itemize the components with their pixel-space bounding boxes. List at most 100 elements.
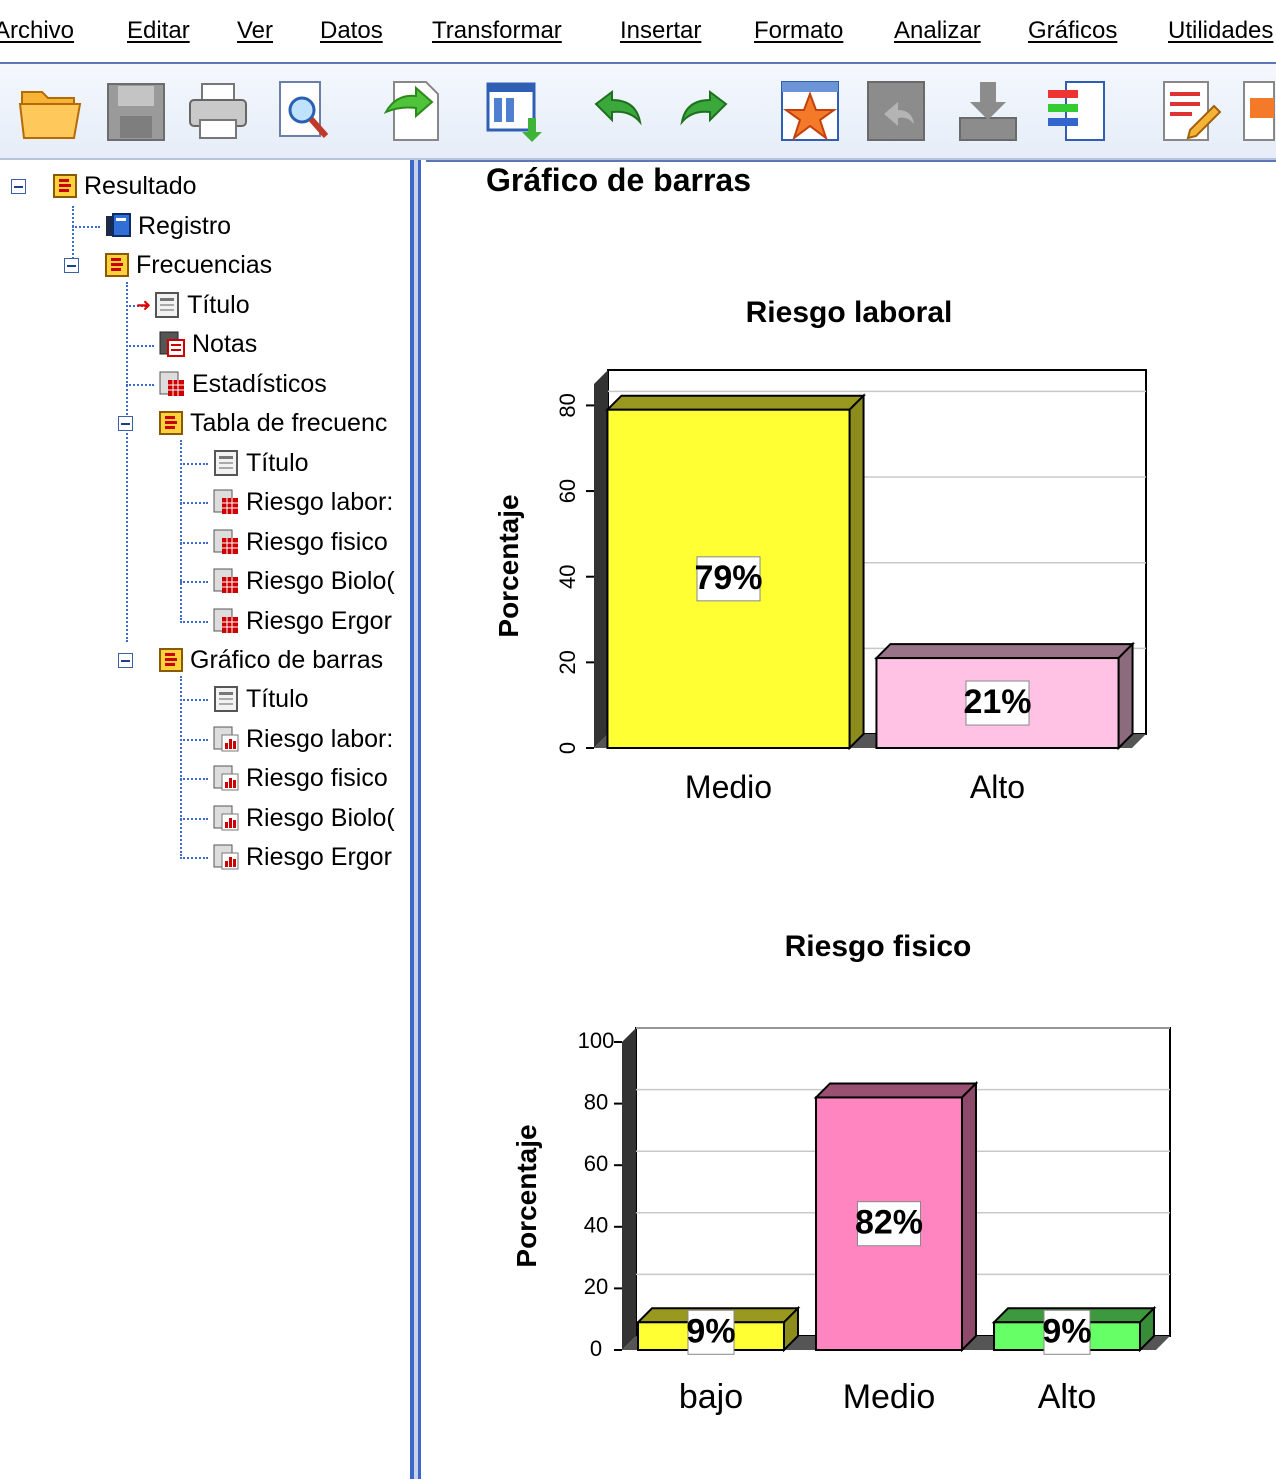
insert-output-icon[interactable] — [484, 78, 548, 144]
y-axis-label: Porcentaje — [511, 1124, 542, 1267]
y-axis-label: Porcentaje — [493, 494, 524, 637]
chart-icon — [213, 805, 239, 831]
menu-formato[interactable]: Formato — [754, 17, 843, 45]
tree-label: Riesgo fisico — [246, 763, 388, 792]
y-tick-label: 40 — [555, 564, 580, 588]
tree-item-tabla-riesgo-laboral[interactable]: Riesgo labor: — [212, 485, 393, 519]
bar-top — [605, 394, 866, 411]
folder-open-icon[interactable] — [18, 78, 82, 144]
tree-item-frecuencias[interactable]: Frecuencias — [104, 248, 272, 282]
tree-label: Notas — [192, 329, 258, 358]
tree-label: Tabla de frecuenc — [190, 408, 388, 437]
menu-ver[interactable]: Ver — [237, 17, 273, 45]
tree-item-grafico-riesgo-laboral[interactable]: Riesgo labor: — [212, 722, 393, 756]
tree-item-tabla-riesgo-biologico[interactable]: Riesgo Biolo( — [212, 564, 395, 598]
print-preview-icon[interactable] — [272, 78, 336, 144]
menu-graficos[interactable]: Gráficos — [1028, 17, 1117, 45]
data-label: 82% — [855, 1204, 923, 1242]
export-icon[interactable] — [380, 78, 444, 144]
tree-label: Riesgo Ergor — [246, 842, 392, 871]
collapse-tabla-button[interactable] — [118, 416, 133, 431]
tree-label: Riesgo labor: — [246, 487, 394, 516]
tree-item-resultado[interactable]: Resultado — [52, 169, 197, 203]
output-book-icon — [53, 174, 77, 198]
tree-label: Resultado — [84, 171, 197, 200]
redo-icon[interactable] — [672, 78, 736, 144]
print-icon[interactable] — [186, 78, 250, 144]
menu-archivo[interactable]: Archivo — [0, 17, 74, 45]
y-tick-label: 20 — [555, 650, 580, 674]
variables-icon[interactable] — [1044, 78, 1108, 144]
y-tick-label: 0 — [590, 1336, 602, 1361]
collapse-resultado-button[interactable] — [11, 179, 26, 194]
tree-label: Estadísticos — [192, 369, 327, 398]
menu-insertar[interactable]: Insertar — [620, 17, 701, 45]
y-tick-label: 40 — [584, 1213, 608, 1238]
tree-item-grafico-riesgo-biologico[interactable]: Riesgo Biolo( — [212, 801, 395, 835]
chart-icon — [213, 726, 239, 752]
tree-label: Riesgo Biolo( — [246, 566, 395, 595]
tree-item-tabla-riesgo-ergonomico[interactable]: Riesgo Ergor — [212, 604, 392, 638]
new-text-icon[interactable] — [1240, 78, 1276, 144]
title-page-icon — [155, 292, 180, 318]
new-heading-icon[interactable] — [1160, 78, 1224, 144]
tree-label: Título — [246, 448, 309, 477]
table-icon — [213, 608, 238, 633]
menu-transformar[interactable]: Transformar — [432, 17, 562, 45]
current-item-arrow-icon: ➜ — [136, 294, 152, 315]
menu-utilidades[interactable]: Utilidades — [1168, 17, 1273, 45]
tree-item-tabla-frecuencias[interactable]: Tabla de frecuenc — [158, 406, 387, 440]
tree-label: Gráfico de barras — [190, 645, 384, 674]
chart-riesgo-fisico[interactable]: Riesgo fisico 0 20 40 60 80 100 Porcentaje 9% baj… — [426, 922, 1276, 1481]
outline-pane: Resultado Registro Frecuencias ➜ Título … — [0, 160, 410, 1479]
log-book-icon — [106, 213, 131, 237]
save-icon[interactable] — [104, 78, 168, 144]
output-book-icon — [105, 253, 129, 277]
chart-riesgo-laboral[interactable]: Riesgo laboral 0 20 40 60 80 Porcentaje 79% Medi… — [426, 282, 1276, 932]
tree-item-tabla-riesgo-fisico[interactable]: Riesgo fisico — [212, 525, 388, 559]
chart-title: Riesgo fisico — [785, 930, 972, 963]
bar-top — [813, 1082, 979, 1099]
tree-label: Riesgo fisico — [246, 527, 388, 556]
data-label: 9% — [686, 1312, 735, 1350]
tree-item-estadisticos[interactable]: Estadísticos — [158, 367, 327, 401]
x-tick-label: Medio — [843, 1378, 936, 1416]
tree-item-titulo[interactable]: ➜ Título — [136, 288, 250, 322]
output-book-icon — [159, 648, 183, 672]
tree-item-grafico-titulo[interactable]: Título — [212, 682, 309, 716]
tree-label: Riesgo labor: — [246, 724, 394, 753]
output-book-icon — [159, 411, 183, 435]
y-tick-label: 100 — [578, 1028, 615, 1053]
tree-item-grafico-riesgo-fisico[interactable]: Riesgo fisico — [212, 761, 388, 795]
tree-item-registro[interactable]: Registro — [104, 209, 231, 243]
tree-item-tabla-titulo[interactable]: Título — [212, 446, 309, 480]
y-tick-label: 80 — [584, 1089, 608, 1114]
menu-bar: Archivo Editar Ver Datos Transformar Ins… — [0, 0, 1276, 64]
chart-icon — [213, 844, 239, 870]
goto-variable-icon[interactable] — [956, 78, 1020, 144]
table-icon — [213, 489, 238, 514]
goto-data-icon[interactable] — [778, 78, 842, 144]
goto-case-icon[interactable] — [864, 78, 928, 144]
table-icon — [213, 529, 238, 554]
tree-item-notas[interactable]: Notas — [158, 327, 257, 361]
pane-splitter[interactable] — [410, 160, 426, 1479]
collapse-grafico-button[interactable] — [118, 653, 133, 668]
collapse-frecuencias-button[interactable] — [64, 258, 79, 273]
bar-side — [1117, 641, 1134, 751]
menu-analizar[interactable]: Analizar — [894, 17, 981, 45]
undo-icon[interactable] — [586, 78, 650, 144]
bar-side — [848, 393, 865, 751]
x-tick-label: bajo — [679, 1378, 743, 1416]
tree-item-grafico-barras[interactable]: Gráfico de barras — [158, 643, 383, 677]
data-label: 79% — [694, 559, 762, 597]
y-tick-label: 80 — [555, 393, 580, 417]
section-heading: Gráfico de barras — [486, 162, 751, 198]
chart-icon — [213, 765, 239, 791]
menu-datos[interactable]: Datos — [320, 17, 383, 45]
tree-item-grafico-riesgo-ergonomico[interactable]: Riesgo Ergor — [212, 840, 392, 874]
y-tick-label: 0 — [555, 742, 580, 754]
menu-editar[interactable]: Editar — [127, 17, 190, 45]
chart-left-wall — [622, 1028, 636, 1350]
output-pane: Gráfico de barras Riesgo laboral 0 20 40 60 8… — [426, 160, 1276, 1481]
